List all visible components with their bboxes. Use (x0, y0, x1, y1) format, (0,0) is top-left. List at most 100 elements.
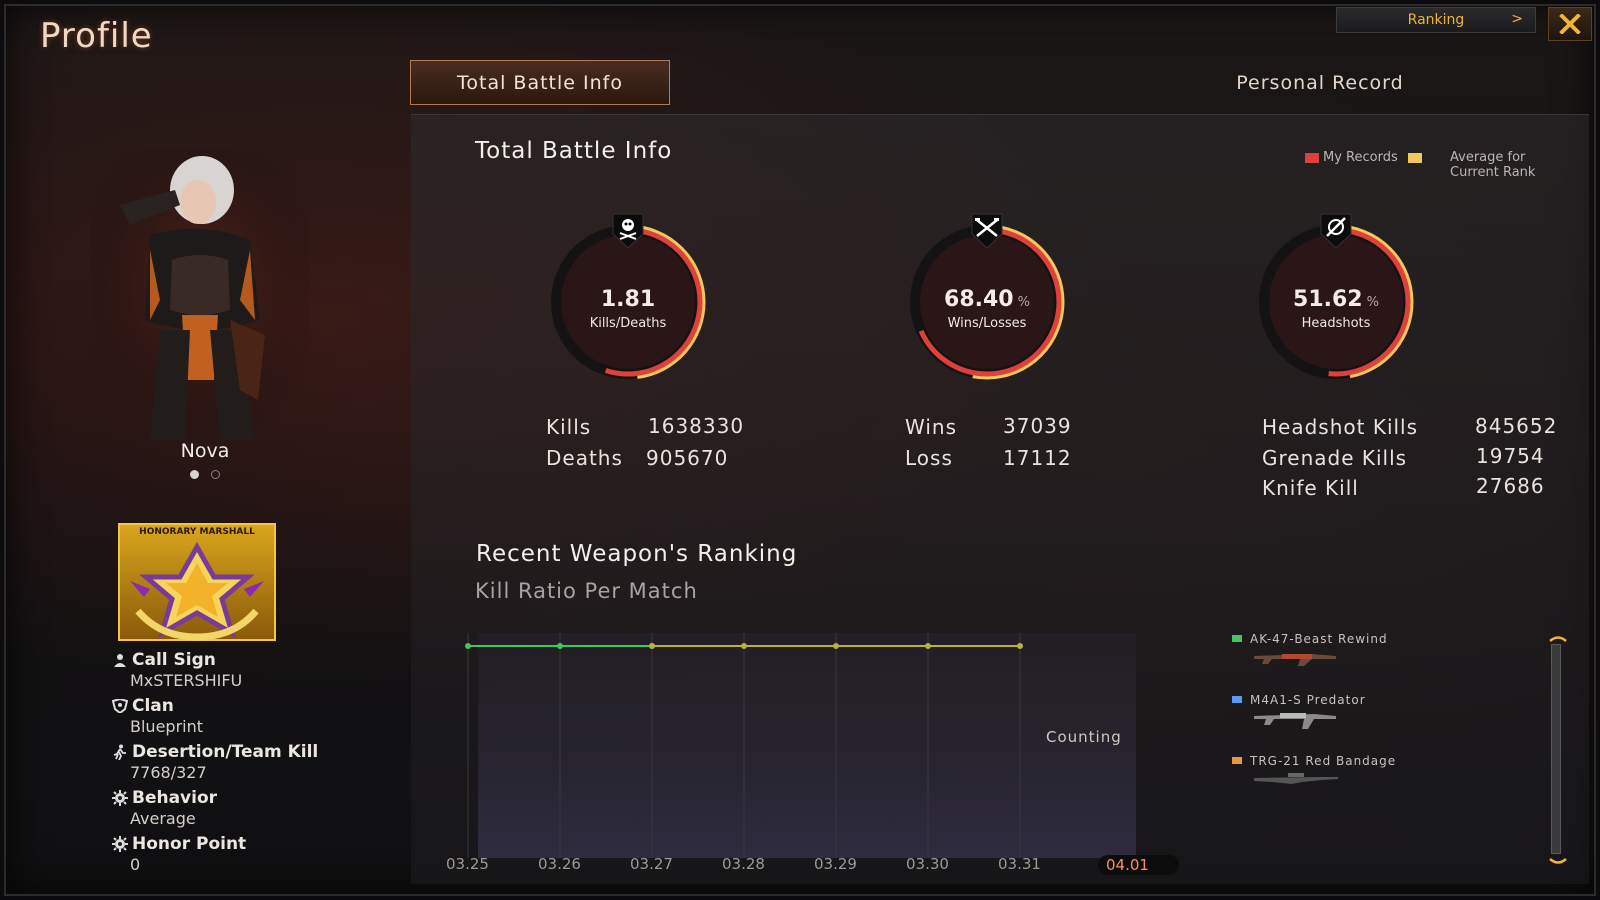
kd-gauge: 1.81 Kills/Deaths (543, 212, 713, 387)
gear-icon (112, 835, 128, 852)
deaths-value: 905670 (646, 446, 729, 470)
battle-info-title: Total Battle Info (475, 138, 673, 164)
clan-icon (112, 698, 128, 714)
rank-badge-label: HONORARY MARSHALL (139, 527, 255, 537)
weapon-color-swatch (1232, 696, 1242, 703)
weapon-list: AK-47-Beast Rewind M4A1-S Predator TRG-2… (1232, 632, 1482, 815)
weapon-item[interactable]: AK-47-Beast Rewind (1232, 632, 1482, 693)
tab-personal-record[interactable]: Personal Record (1190, 60, 1450, 105)
scroll-down-icon[interactable] (1549, 858, 1567, 866)
hs-number: 51.62 (1293, 287, 1363, 312)
loss-label: Loss (905, 446, 953, 470)
knife-kill-label: Knife Kill (1262, 476, 1359, 500)
clan-heading: Clan (112, 694, 392, 717)
x-axis-tick-label: 03.28 (722, 855, 765, 873)
headshot-kills-label: Headshot Kills (1262, 415, 1419, 439)
wl-gauge: 68.40% Wins/Losses (902, 212, 1072, 387)
x-axis-tick-label[interactable]: 04.01 (1098, 855, 1179, 875)
weapon-color-swatch (1232, 635, 1242, 642)
chart-plot-area (478, 633, 1136, 858)
character-portrait (90, 150, 310, 440)
legend-average: Average for Current Rank (1450, 150, 1536, 180)
ranking-button[interactable]: Ranking > (1336, 7, 1536, 33)
honor-label: Honor Point (132, 833, 247, 854)
chart-point (1017, 643, 1023, 649)
my-records-swatch (1305, 152, 1319, 163)
sniper-rifle-icon (1254, 773, 1338, 784)
chart-point (465, 643, 471, 649)
chart-point (741, 643, 747, 649)
weapon-list-scrollbar[interactable] (1549, 636, 1567, 864)
x-axis-tick-label: 03.30 (906, 855, 949, 873)
person-icon (112, 652, 128, 668)
hs-unit: % (1366, 295, 1379, 310)
wins-value: 37039 (1003, 414, 1072, 438)
weapon-name: TRG-21 Red Bandage (1250, 754, 1397, 768)
hs-label: Headshots (1301, 316, 1371, 331)
player-info: Call Sign MxSTERSHIFU Clan Blueprint Des… (112, 648, 392, 878)
kd-label: Kills/Deaths (589, 316, 667, 331)
rifle-icon (1254, 654, 1336, 666)
grenade-kills-label: Grenade Kills (1262, 446, 1408, 470)
loss-value: 17112 (1003, 446, 1072, 470)
close-icon (1559, 14, 1581, 34)
chart-point (925, 643, 931, 649)
crossed-guns-icon (971, 213, 1003, 248)
desertion-label: Desertion/Team Kill (132, 741, 319, 762)
page-title: Profile (40, 16, 153, 56)
chevron-right-icon: > (1511, 11, 1523, 27)
desertion-heading: Desertion/Team Kill (112, 740, 392, 763)
rank-badge: HONORARY MARSHALL (118, 523, 276, 641)
hs-gauge: 51.62% Headshots (1251, 212, 1421, 387)
wl-label: Wins/Losses (947, 316, 1027, 331)
pager-dot-1[interactable] (190, 470, 199, 479)
scroll-up-icon[interactable] (1549, 634, 1567, 642)
weapon-ranking-subtitle: Kill Ratio Per Match (475, 579, 698, 603)
kills-label: Kills (546, 415, 592, 439)
chart-point (833, 643, 839, 649)
legend-my-records: My Records (1323, 150, 1398, 165)
rank-emblem-icon (130, 541, 264, 641)
pager-dot-2[interactable] (211, 470, 220, 479)
hs-value: 51.62% (1251, 287, 1421, 312)
weapon-name: AK-47-Beast Rewind (1250, 632, 1388, 646)
kills-value: 1638330 (648, 414, 745, 438)
kill-ratio-chart (465, 633, 1136, 858)
kd-value: 1.81 (543, 287, 713, 312)
crosshair-icon (1320, 213, 1352, 248)
wl-number: 68.40 (944, 287, 1014, 312)
chart-point (557, 643, 563, 649)
ranking-button-label: Ranking (1407, 12, 1465, 28)
wl-unit: % (1017, 295, 1030, 310)
chart-point (649, 643, 655, 649)
close-button[interactable] (1548, 7, 1592, 41)
x-axis-tick-label: 03.27 (630, 855, 673, 873)
weapon-item[interactable]: M4A1-S Predator (1232, 693, 1482, 754)
deaths-label: Deaths (546, 446, 623, 470)
grenade-kills-value: 19754 (1476, 444, 1545, 468)
call-sign-heading: Call Sign (112, 648, 392, 671)
call-sign-label: Call Sign (132, 649, 216, 670)
kd-number: 1.81 (600, 287, 656, 312)
wl-value: 68.40% (902, 287, 1072, 312)
weapon-ranking-title: Recent Weapon's Ranking (476, 541, 798, 567)
knife-kill-value: 27686 (1476, 474, 1545, 498)
call-sign-value: MxSTERSHIFU (130, 671, 243, 690)
weapon-item[interactable]: TRG-21 Red Bandage (1232, 754, 1482, 815)
x-axis-tick-label: 03.29 (814, 855, 857, 873)
character-pager (190, 470, 220, 479)
gear-icon (112, 789, 128, 806)
running-figure-icon (112, 744, 128, 760)
clan-label: Clan (132, 695, 174, 716)
x-axis-tick-label: 03.26 (538, 855, 581, 873)
behavior-heading: Behavior (112, 786, 392, 809)
x-axis-tick-label: 03.31 (998, 855, 1041, 873)
scroll-track[interactable] (1551, 644, 1561, 854)
weapon-name: M4A1-S Predator (1250, 693, 1366, 707)
chart-legend: My Records Average for Current Rank (1305, 150, 1535, 180)
tab-total-battle-info[interactable]: Total Battle Info (410, 60, 670, 105)
honor-value: 0 (130, 855, 141, 874)
weapon-color-swatch (1232, 757, 1242, 764)
clan-value: Blueprint (130, 717, 203, 736)
behavior-value: Average (130, 809, 196, 828)
